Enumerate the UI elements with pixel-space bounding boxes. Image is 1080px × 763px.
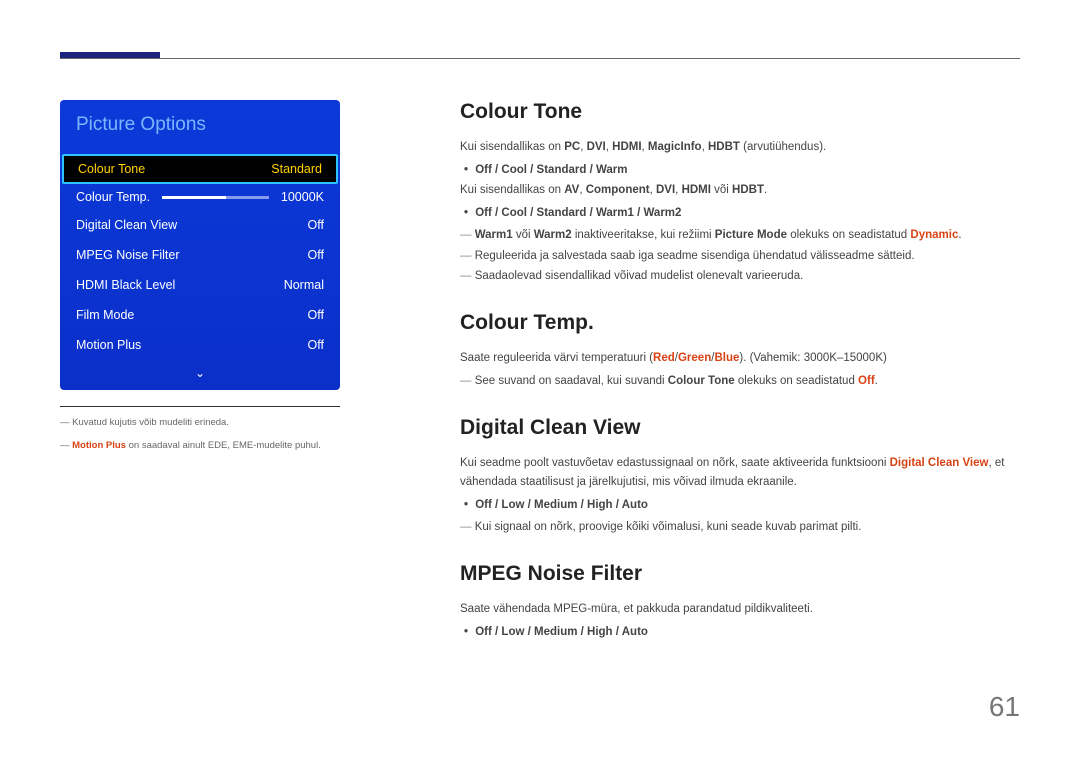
text: olekuks on seadistatud — [787, 229, 910, 241]
text: Kui sisendallikas on — [460, 184, 564, 196]
slider-fill — [162, 196, 226, 199]
menu-row-motion-plus[interactable]: Motion Plus Off — [60, 330, 340, 360]
term: Off — [858, 375, 875, 387]
term: Picture Mode — [715, 229, 787, 241]
menu-value: Off — [308, 338, 324, 352]
text: inaktiveeritakse, kui režiimi — [572, 229, 715, 241]
menu-label: Motion Plus — [76, 338, 141, 352]
menu-row-digital-clean-view[interactable]: Digital Clean View Off — [60, 210, 340, 240]
top-rule — [60, 58, 1020, 59]
term: AV — [564, 184, 579, 196]
menu-row-colour-tone[interactable]: Colour Tone Standard — [62, 154, 338, 184]
menu-label: Colour Tone — [78, 162, 145, 176]
text: või — [711, 184, 732, 196]
menu-value: Off — [308, 308, 324, 322]
term: HDBT — [708, 141, 740, 153]
term: Red — [653, 352, 675, 364]
term: Warm2 — [534, 229, 572, 241]
dash-note: Reguleerida ja salvestada saab iga seadm… — [460, 247, 1020, 265]
footnote-1: ― Kuvatud kujutis võib mudeliti erineda. — [60, 415, 340, 430]
bullet-options: Off / Low / Medium / High / Auto — [478, 495, 1020, 516]
dash-note: Saadaolevad sisendallikad võivad mudelis… — [460, 267, 1020, 285]
term: HDMI — [682, 184, 711, 196]
slider-track[interactable] — [162, 196, 269, 199]
menu-row-hdmi-black-level[interactable]: HDMI Black Level Normal — [60, 270, 340, 300]
text: ). (Vahemik: 3000K–15000K) — [739, 352, 886, 364]
section-title-colour-tone: Colour Tone — [460, 100, 1020, 124]
footnote-text: on saadaval ainult EDE, EME-mudelite puh… — [126, 440, 321, 451]
page-number: 61 — [989, 691, 1020, 723]
menu-title: Picture Options — [60, 100, 340, 154]
menu-value: Off — [308, 248, 324, 262]
term: PC — [564, 141, 580, 153]
text: See suvand on saadaval, kui suvandi — [475, 375, 668, 387]
term: HDBT — [732, 184, 764, 196]
picture-options-menu: Picture Options Colour Tone Standard Col… — [60, 100, 340, 390]
menu-value: Off — [308, 218, 324, 232]
dash-note: Kui signaal on nõrk, proovige kõiki võim… — [460, 518, 1020, 536]
text: Kui sisendallikas on — [460, 141, 564, 153]
text: . — [764, 184, 767, 196]
term: Digital Clean View — [890, 457, 989, 469]
bullet-options: Off / Cool / Standard / Warm — [478, 160, 1020, 181]
menu-label: Colour Temp. — [76, 190, 150, 204]
term: Component — [586, 184, 650, 196]
menu-label: HDMI Black Level — [76, 278, 175, 292]
chevron-down-icon[interactable]: ⌄ — [60, 360, 340, 390]
footnote-2: ― Motion Plus on saadaval ainult EDE, EM… — [60, 438, 340, 453]
term: MagicInfo — [648, 141, 702, 153]
menu-label: MPEG Noise Filter — [76, 248, 180, 262]
menu-value: 10000K — [281, 190, 324, 204]
text: Saate reguleerida värvi temperatuuri ( — [460, 352, 653, 364]
body-text: Kui sisendallikas on AV, Component, DVI,… — [460, 181, 1020, 199]
section-title-digital-clean-view: Digital Clean View — [460, 416, 1020, 440]
page-content: Picture Options Colour Tone Standard Col… — [0, 0, 1080, 643]
body-text: Saate reguleerida värvi temperatuuri (Re… — [460, 349, 1020, 367]
term: DVI — [656, 184, 675, 196]
text: olekuks on seadistatud — [735, 375, 858, 387]
dash-note: See suvand on saadaval, kui suvandi Colo… — [460, 372, 1020, 390]
text: või — [513, 229, 534, 241]
section-title-mpeg-noise-filter: MPEG Noise Filter — [460, 562, 1020, 586]
text: (arvutiühendus). — [740, 141, 826, 153]
footnote-divider — [60, 406, 340, 407]
menu-row-mpeg-noise-filter[interactable]: MPEG Noise Filter Off — [60, 240, 340, 270]
menu-row-film-mode[interactable]: Film Mode Off — [60, 300, 340, 330]
menu-label: Film Mode — [76, 308, 134, 322]
body-text: Kui seadme poolt vastuvõetav edastussign… — [460, 454, 1020, 491]
term: DVI — [587, 141, 606, 153]
term: Dynamic — [910, 229, 958, 241]
term: HDMI — [612, 141, 641, 153]
text: Kui seadme poolt vastuvõetav edastussign… — [460, 457, 890, 469]
left-column: Picture Options Colour Tone Standard Col… — [60, 100, 420, 643]
term: Warm1 — [475, 229, 513, 241]
menu-label: Digital Clean View — [76, 218, 177, 232]
footnote-text: Kuvatud kujutis võib mudeliti erineda. — [72, 417, 229, 428]
menu-value: Standard — [271, 162, 322, 176]
bullet-options: Off / Low / Medium / High / Auto — [478, 622, 1020, 643]
term: Colour Tone — [668, 375, 735, 387]
bullet-options: Off / Cool / Standard / Warm1 / Warm2 — [478, 203, 1020, 224]
section-title-colour-temp: Colour Temp. — [460, 311, 1020, 335]
body-text: Saate vähendada MPEG-müra, et pakkuda pa… — [460, 600, 1020, 618]
menu-row-colour-temp[interactable]: Colour Temp. 10000K — [60, 184, 340, 210]
term: Green — [678, 352, 711, 364]
footnote-term: Motion Plus — [72, 440, 126, 451]
text: . — [958, 229, 961, 241]
text: . — [875, 375, 878, 387]
right-column: Colour Tone Kui sisendallikas on PC, DVI… — [420, 100, 1020, 643]
body-text: Kui sisendallikas on PC, DVI, HDMI, Magi… — [460, 138, 1020, 156]
dash-note: Warm1 või Warm2 inaktiveeritakse, kui re… — [460, 226, 1020, 244]
term: Blue — [714, 352, 739, 364]
menu-value: Normal — [284, 278, 324, 292]
